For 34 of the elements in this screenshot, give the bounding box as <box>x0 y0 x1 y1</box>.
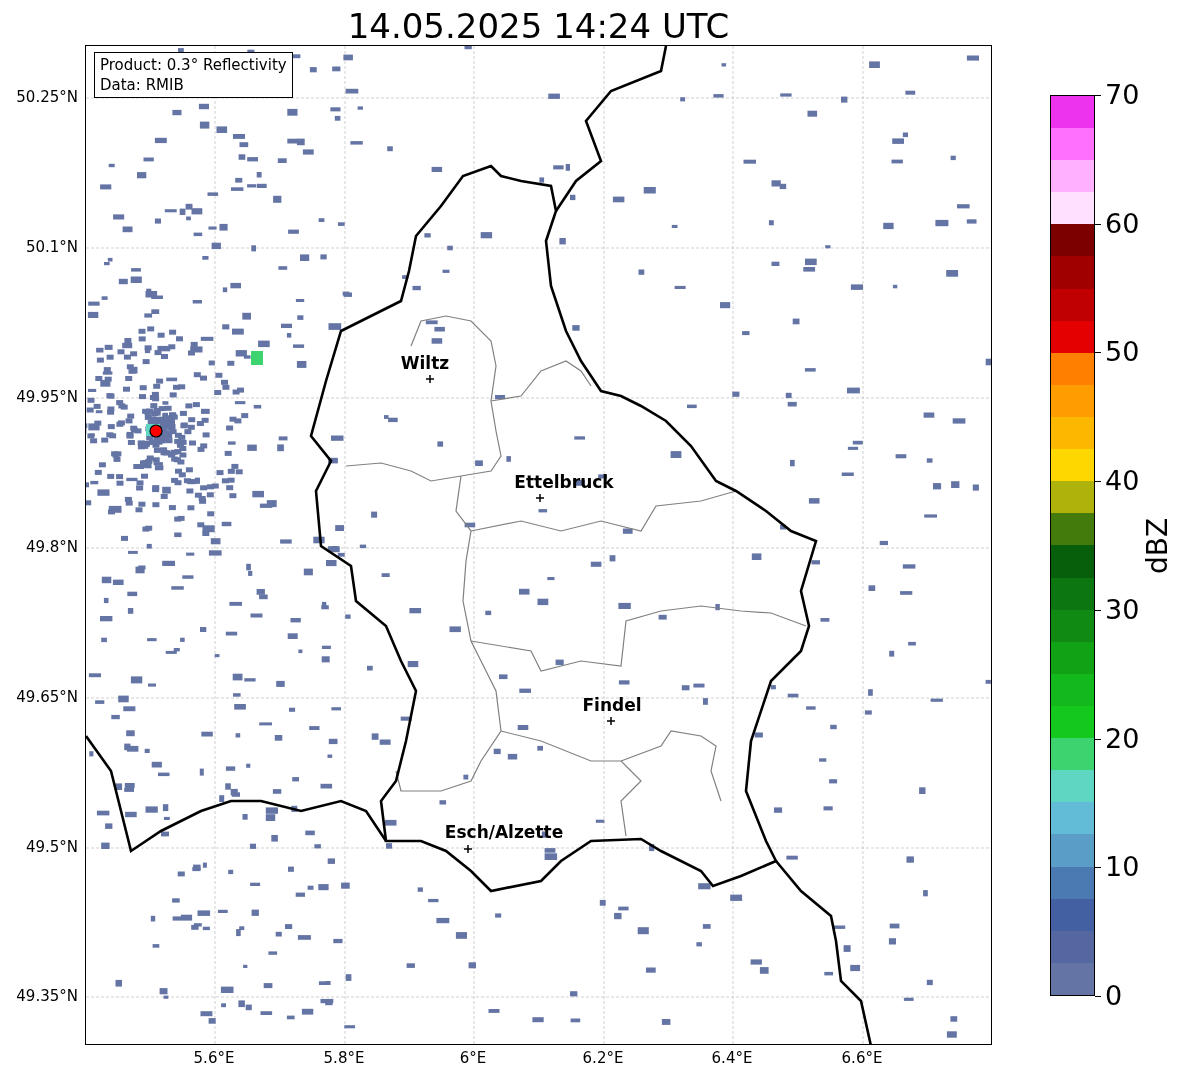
colorbar-tick-label: 40 <box>1105 466 1140 497</box>
city-label: Esch/Alzette <box>444 822 564 842</box>
axis-tick-label: 50.25°N <box>16 88 78 106</box>
axis-tick-label: 5.8°E <box>322 1049 366 1067</box>
colorbar-tick-label: 30 <box>1105 594 1140 625</box>
colorbar-tick-label: 60 <box>1105 208 1140 239</box>
axis-tick-label: 49.5°N <box>25 838 78 856</box>
axis-tick-label: 6.2°E <box>581 1049 625 1067</box>
axis-tick-label: 49.65°N <box>16 688 78 706</box>
city-marker <box>606 716 616 726</box>
city-marker <box>535 493 545 503</box>
info-text: Data: RMIB <box>100 75 185 95</box>
city-marker <box>425 374 435 384</box>
info-text: Product: 0.3° Reflectivity <box>100 55 287 75</box>
colorbar-tick-label: 20 <box>1105 723 1140 754</box>
axis-tick-label: 49.8°N <box>25 538 78 556</box>
colorbar-tick-label: 10 <box>1105 852 1140 883</box>
colorbar-tick-label: 70 <box>1105 80 1140 110</box>
axis-tick-label: 50.1°N <box>25 238 78 256</box>
radar-site-marker <box>149 424 163 438</box>
axis-tick-label: 6.4°E <box>710 1049 754 1067</box>
axis-tick-label: 6°E <box>458 1049 488 1067</box>
axis-tick-label: 6.6°E <box>840 1049 884 1067</box>
city-label: Ettelbruck <box>514 472 614 492</box>
city-label: Findel <box>582 695 642 715</box>
axis-tick-label: 5.6°E <box>192 1049 236 1067</box>
colorbar-tick-label: 0 <box>1105 981 1123 1011</box>
city-marker <box>463 844 473 854</box>
colorbar-tick-label: 50 <box>1105 337 1140 368</box>
city-label: Wiltz <box>400 353 450 373</box>
chart-title: 14.05.2025 14:24 UTC <box>346 5 731 48</box>
axis-tick-label: 49.95°N <box>16 388 78 406</box>
colorbar-label: dBZ <box>1142 516 1174 576</box>
axis-tick-label: 49.35°N <box>16 987 78 1005</box>
